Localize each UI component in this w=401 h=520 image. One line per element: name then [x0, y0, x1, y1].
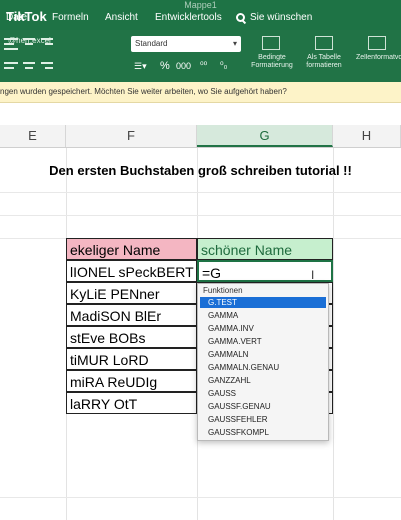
column-header-f[interactable]: F [66, 125, 197, 147]
column-header-e[interactable]: E [0, 125, 66, 147]
table-format-label[interactable]: Als Tabelle formatieren [298, 54, 350, 70]
chevron-down-icon: ▾ [232, 39, 237, 48]
table-format-icon[interactable] [315, 36, 333, 50]
autocomplete-item[interactable]: G.TEST [200, 297, 326, 308]
number-format-select[interactable]: Standard ▾ [131, 36, 241, 52]
autocomplete-item[interactable]: GAUSSF.GENAU [200, 401, 326, 412]
menu-ansicht[interactable]: Ansicht [105, 12, 138, 23]
menu-bar: Datei Formeln Ansicht Entwicklertools Si… [0, 10, 401, 28]
thousands-button[interactable]: 000 [176, 61, 191, 71]
lightbulb-search-icon[interactable] [236, 13, 245, 22]
name-cell[interactable]: KyLiE PENner [66, 282, 197, 304]
ribbon: Mappe1 Datei Formeln Ansicht Entwicklert… [0, 0, 401, 82]
menu-entwicklertools[interactable]: Entwicklertools [155, 12, 222, 23]
header-cell-right[interactable]: schöner Name [197, 238, 333, 260]
cell-style-icon[interactable] [368, 36, 386, 50]
sheet-title[interactable]: Den ersten Buchstaben groß schreiben tut… [0, 163, 401, 178]
column-header-g[interactable]: G [197, 125, 333, 147]
name-cell[interactable]: laRRY OtT [66, 392, 197, 414]
number-format-value: Standard [135, 39, 168, 48]
decimal-decrease-icon[interactable]: ⁰₀ [220, 60, 227, 71]
text-cursor-icon: I [311, 268, 315, 282]
conditional-format-label[interactable]: Bedingte Formatierung [248, 54, 296, 70]
name-cell[interactable]: lIONEL sPeckBERT [66, 260, 197, 282]
name-cell[interactable]: stEve BOBs [66, 326, 197, 348]
name-cell[interactable]: MadiSON BlEr [66, 304, 197, 326]
autocomplete-item[interactable]: GAMMA.VERT [200, 336, 326, 347]
function-autocomplete[interactable]: Funktionen G.TEST GAMMA GAMMA.INV GAMMA.… [197, 283, 329, 441]
name-cell[interactable]: tiMUR LoRD [66, 348, 197, 370]
autocomplete-item[interactable]: GANZZAHL [200, 375, 326, 386]
autocomplete-item[interactable]: GAUSS [200, 388, 326, 399]
decimal-increase-icon[interactable]: ⁰⁰ [200, 60, 207, 71]
watermark-logo: TikTok [6, 9, 47, 24]
autocomplete-item[interactable]: GAMMA [200, 310, 326, 321]
autosave-notice: ngen wurden gespeichert. Möchten Sie wei… [0, 82, 401, 103]
watermark-handle: @herr.excel [8, 36, 51, 45]
autocomplete-heading: Funktionen [203, 286, 243, 295]
menu-formeln[interactable]: Formeln [52, 12, 89, 23]
autocomplete-item[interactable]: GAMMA.INV [200, 323, 326, 334]
autocomplete-item[interactable]: GAMMALN [200, 349, 326, 360]
ribbon-toolbar: Standard ▾ ☰▾ % 000 ⁰⁰ ⁰₀ Bedingte Forma… [0, 30, 401, 82]
currency-icon[interactable]: ☰▾ [134, 61, 147, 72]
autocomplete-item[interactable]: GAUSSFKOMPL [200, 427, 326, 438]
column-headers: E F G H [0, 125, 401, 148]
cell-style-label[interactable]: Zellenformatvorl. [356, 54, 401, 62]
autocomplete-item[interactable]: GAMMALN.GENAU [200, 362, 326, 373]
percent-button[interactable]: % [160, 60, 170, 72]
header-cell-left[interactable]: ekeliger Name [66, 238, 197, 260]
formula-area [0, 103, 401, 125]
column-header-h[interactable]: H [333, 125, 401, 147]
conditional-format-icon[interactable] [262, 36, 280, 50]
autocomplete-item[interactable]: GAUSSFEHLER [200, 414, 326, 425]
menu-sie-wuenschen[interactable]: Sie wünschen [250, 12, 312, 23]
name-cell[interactable]: miRA ReUDIg [66, 370, 197, 392]
window-title: Mappe1 [184, 0, 217, 10]
